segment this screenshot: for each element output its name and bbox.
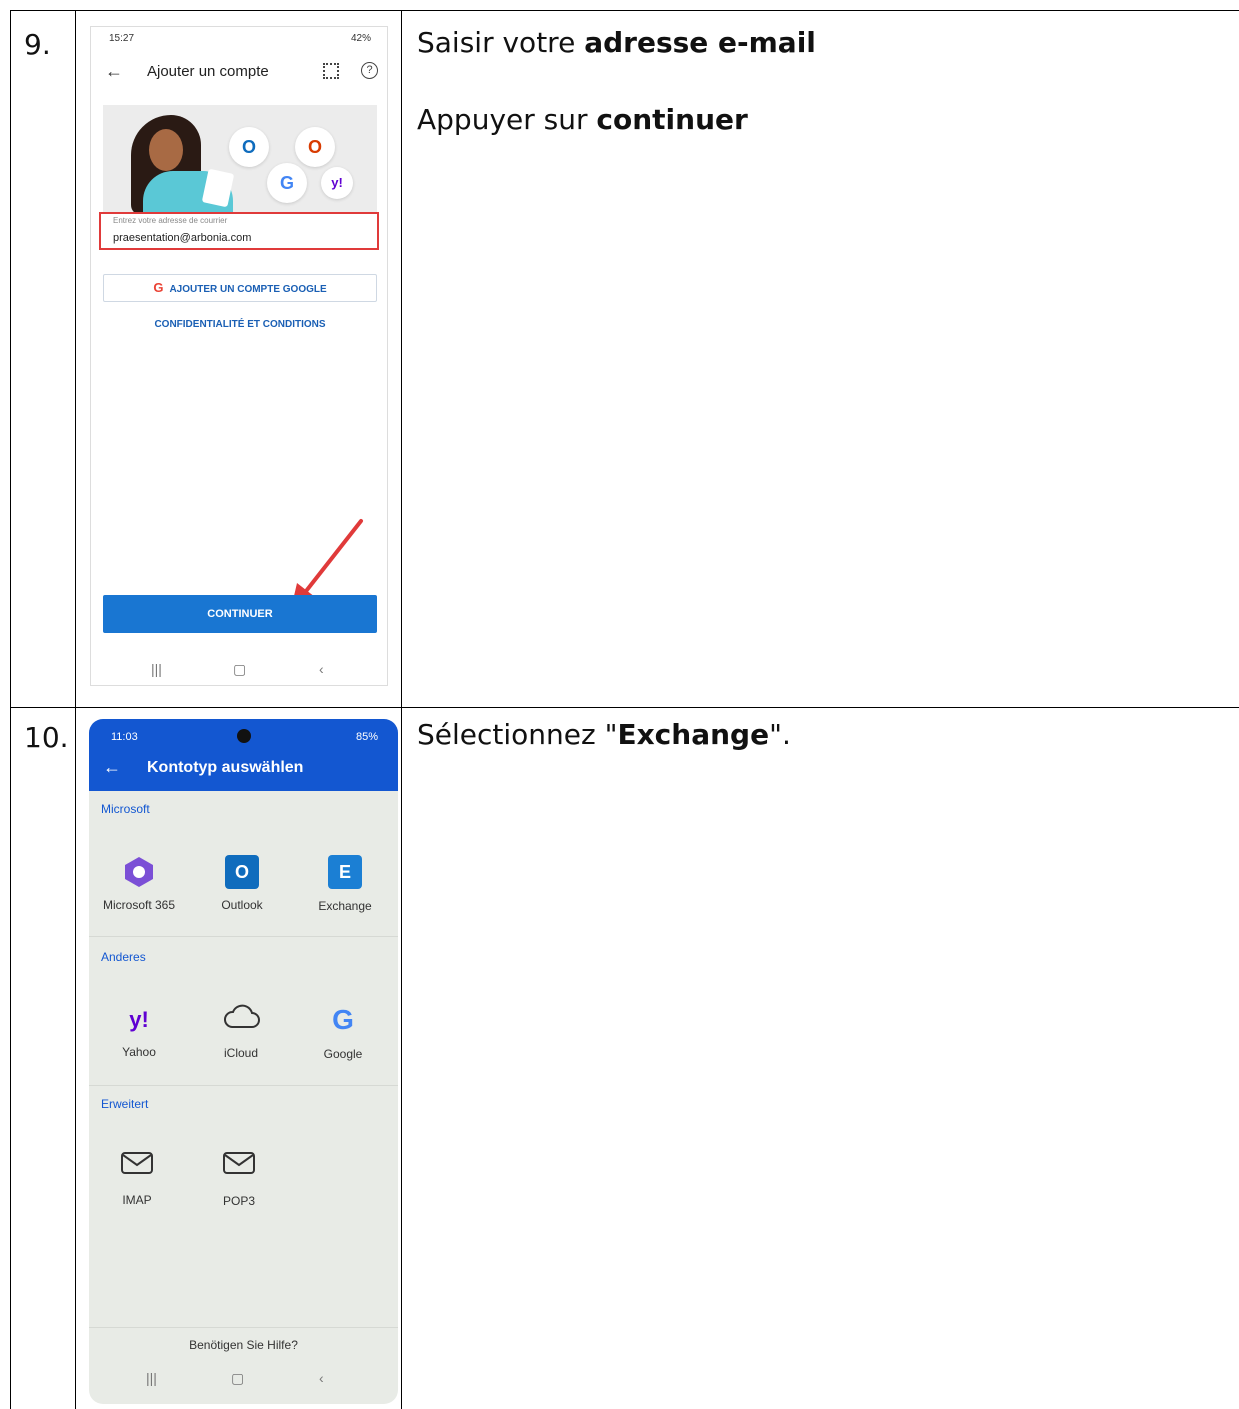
step-instruction: Saisir votre adresse e-mail [417, 26, 816, 60]
status-time: 15:27 [109, 33, 135, 44]
back-arrow-icon[interactable]: ← [103, 757, 121, 778]
section-divider [89, 1327, 398, 1328]
option-imap[interactable]: IMAP [89, 1193, 187, 1207]
exchange-icon[interactable]: E [328, 855, 362, 889]
step-number: 9. [24, 28, 51, 61]
table-border-col2 [401, 10, 402, 1409]
illustration-face [149, 129, 183, 171]
hero-illustration: O O G y! [103, 105, 377, 215]
step-instruction: Appuyer sur continuer [417, 103, 748, 137]
option-exchange[interactable]: Exchange [295, 899, 395, 913]
help-link[interactable]: Benötigen Sie Hilfe? [89, 1338, 398, 1352]
status-battery: 85% [355, 731, 378, 743]
cloud-icon[interactable] [223, 1003, 260, 1037]
option-google[interactable]: Google [293, 1047, 393, 1061]
phone-screenshot-add-account: 15:27 42% ← Ajouter un compte ? O O G y!… [90, 26, 388, 686]
continue-button[interactable]: CONTINUER [103, 595, 377, 633]
google-icon: G [153, 280, 164, 295]
section-other: Anderes [101, 950, 146, 964]
instruction-text-end: ". [769, 718, 791, 751]
option-yahoo[interactable]: Yahoo [89, 1045, 189, 1059]
instruction-emphasis: continuer [596, 103, 748, 136]
instruction-text: Saisir votre [417, 26, 585, 59]
nav-back-icon[interactable]: ‹ [319, 1370, 324, 1386]
privacy-terms-link[interactable]: CONFIDENTIALITÉ ET CONDITIONS [91, 319, 387, 330]
section-divider [89, 1085, 398, 1086]
email-field-value: praesentation@arbonia.com [113, 232, 252, 244]
nav-back-icon[interactable]: ‹ [319, 661, 324, 677]
status-battery: 42% [350, 33, 371, 44]
screen-title: Kontotyp auswählen [147, 759, 304, 776]
add-google-account-label: AJOUTER UN COMPTE GOOGLE [169, 284, 327, 295]
home-icon[interactable]: ▢ [231, 1370, 244, 1387]
screen-title: Ajouter un compte [147, 63, 269, 80]
step-instruction: Sélectionnez "Exchange". [417, 718, 791, 752]
option-icloud[interactable]: iCloud [191, 1046, 291, 1060]
camera-cutout [237, 729, 251, 743]
step-number: 10. [24, 721, 69, 754]
option-microsoft-365[interactable]: Microsoft 365 [89, 898, 189, 912]
qr-code-icon[interactable] [323, 63, 339, 79]
mail-icon[interactable] [120, 1150, 154, 1184]
option-outlook[interactable]: Outlook [192, 898, 292, 912]
status-time: 11:03 [111, 731, 138, 743]
phone-screenshot-account-type: 11:03 85% ← Kontotyp auswählen Microsoft… [89, 719, 398, 1404]
home-icon[interactable]: ▢ [233, 661, 246, 678]
table-border-row [10, 707, 1239, 708]
section-advanced: Erweitert [101, 1097, 149, 1111]
email-field[interactable]: Entrez votre adresse de courrier praesen… [99, 212, 379, 250]
table-border-top [10, 10, 1239, 11]
table-border-left [10, 10, 11, 1409]
outlook-icon[interactable]: O [225, 855, 259, 889]
instruction-text: Appuyer sur [417, 103, 597, 136]
recent-apps-icon[interactable]: ||| [146, 1370, 157, 1386]
microsoft-365-icon[interactable] [122, 855, 156, 889]
help-icon[interactable]: ? [361, 62, 378, 79]
outlook-logo-icon: O [229, 127, 269, 167]
section-divider [89, 936, 398, 937]
section-microsoft: Microsoft [101, 802, 150, 816]
yahoo-logo-icon: y! [321, 167, 353, 199]
email-field-label: Entrez votre adresse de courrier [113, 216, 228, 225]
add-google-account-button[interactable]: G AJOUTER UN COMPTE GOOGLE [103, 274, 377, 302]
app-bar: 11:03 85% ← Kontotyp auswählen [89, 719, 398, 791]
recent-apps-icon[interactable]: ||| [151, 661, 162, 677]
google-icon[interactable]: G [326, 1003, 360, 1037]
instruction-text: Sélectionnez " [417, 718, 618, 751]
mail-icon[interactable] [222, 1150, 256, 1184]
option-pop3[interactable]: POP3 [189, 1194, 289, 1208]
google-logo-icon: G [267, 163, 307, 203]
office-logo-icon: O [295, 127, 335, 167]
instruction-emphasis: adresse e-mail [584, 26, 816, 59]
instruction-emphasis: Exchange [617, 718, 770, 751]
table-border-col1 [75, 10, 76, 1409]
back-arrow-icon[interactable]: ← [105, 61, 123, 82]
yahoo-icon[interactable]: y! [122, 1003, 156, 1037]
